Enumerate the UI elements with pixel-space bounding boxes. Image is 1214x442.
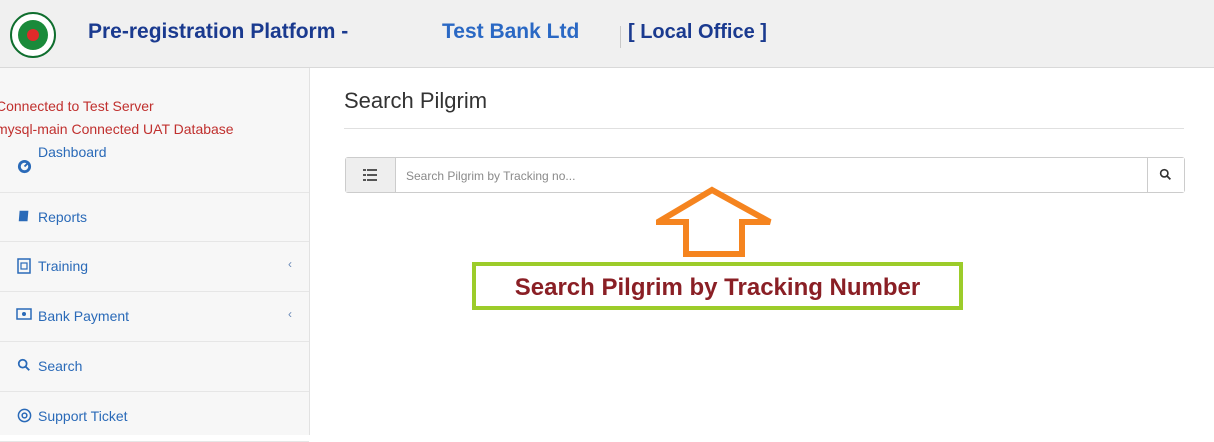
app-title: Pre-registration Platform - — [88, 20, 349, 43]
sidebar-item-label: Bank Payment — [38, 308, 130, 324]
sidebar-item-label: Reports — [38, 209, 88, 225]
sidebar-item-dashboard[interactable]: Dashboard — [0, 143, 309, 193]
server-status: Connected to Test Server — [0, 98, 154, 114]
bank-name: Test Bank Ltd — [442, 20, 580, 43]
sidebar-item-training[interactable]: Training ‹ — [0, 242, 309, 292]
sidebar-item-label: Support Ticket — [38, 408, 128, 424]
book-icon — [16, 209, 32, 225]
sidebar-item-reports[interactable]: Reports — [0, 192, 309, 242]
training-icon — [16, 258, 32, 274]
up-arrow-annotation — [656, 186, 772, 257]
sidebar-item-bank-payment[interactable]: Bank Payment ‹ — [0, 292, 309, 342]
sidebar-item-search[interactable]: Search — [0, 342, 309, 392]
dashboard-icon — [16, 159, 32, 175]
sidebar-item-label: Training — [38, 258, 89, 274]
sidebar-item-label: Search — [38, 358, 83, 374]
sidebar: Connected to Test Server mysql-main Conn… — [0, 68, 310, 442]
chevron-left-icon[interactable]: ‹ — [288, 307, 292, 321]
title-divider — [344, 128, 1184, 129]
government-seal-logo — [10, 12, 56, 58]
header-divider — [620, 26, 621, 48]
search-input[interactable] — [404, 164, 1128, 188]
list-icon — [363, 169, 377, 181]
search-button[interactable] — [1147, 158, 1184, 192]
chevron-left-icon[interactable]: ‹ — [288, 257, 292, 271]
office-label: [ Local Office ] — [628, 21, 767, 43]
page-title: Search Pilgrim — [344, 88, 488, 113]
list-icon-addon[interactable] — [346, 158, 396, 192]
search-icon — [16, 358, 32, 374]
support-icon — [16, 408, 32, 424]
money-icon — [16, 308, 32, 324]
callout-text: Search Pilgrim by Tracking Number — [514, 274, 921, 301]
top-header: Pre-registration Platform - Test Bank Lt… — [0, 0, 1214, 68]
sidebar-item-label: Dashboard — [38, 144, 107, 160]
database-status: mysql-main Connected UAT Database — [0, 121, 234, 137]
annotation-callout: Search Pilgrim by Tracking Number — [472, 262, 963, 310]
search-icon — [1159, 168, 1172, 181]
